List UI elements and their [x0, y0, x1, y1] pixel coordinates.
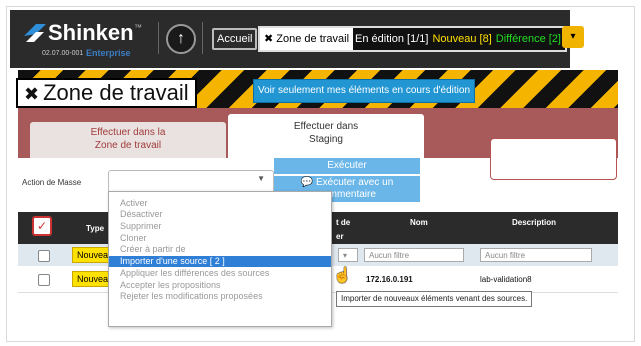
workzone-title: Zone de travail: [276, 33, 350, 45]
tab-staging[interactable]: Effectuer dans Staging: [228, 114, 424, 160]
brand-trademark: ™: [134, 23, 142, 32]
host-description: lab-validation8: [480, 275, 532, 284]
editing-count: En édition [1/1]: [355, 33, 429, 45]
name-filter-input[interactable]: Aucun filtre: [364, 248, 464, 262]
host-name[interactable]: 172.16.0.191: [366, 275, 413, 284]
state-filter-select[interactable]: ▾: [338, 248, 358, 262]
tab-staging-line2: Staging: [309, 134, 343, 145]
column-header-description[interactable]: Description: [512, 218, 556, 227]
arrow-up-icon[interactable]: ↑: [166, 24, 196, 54]
top-navigation-bar: Shinken ™ 02.07.00-001 Enterprise ↑ Accu…: [10, 10, 584, 68]
menu-item-reject-changes[interactable]: Rejeter les modifications proposées: [109, 291, 331, 302]
brand-name: Shinken: [48, 20, 134, 45]
tools-icon: ✖: [264, 33, 274, 45]
column-header-type[interactable]: Type: [86, 224, 104, 233]
tab-workzone-line1: Effectuer dans la: [90, 127, 166, 138]
menu-item-activate[interactable]: Activer: [109, 198, 331, 209]
workzone-label: ✖ Zone de travail: [260, 28, 354, 50]
tab-staging-line1: Effectuer dans: [293, 121, 359, 132]
menu-item-accept-proposals[interactable]: Accepter les propositions: [109, 280, 331, 291]
home-button[interactable]: Accueil: [212, 28, 258, 50]
chevron-down-icon: ▾: [343, 251, 348, 260]
tab-workzone-line2: Zone de travail: [94, 140, 162, 151]
divider: [202, 22, 203, 54]
page-title: ✖ Zone de travail: [16, 78, 197, 108]
side-info-box: [490, 138, 617, 180]
menu-item-import-source[interactable]: Importer d'une source [ 2 ]: [109, 256, 331, 267]
menu-item-deactivate[interactable]: Désactiver: [109, 209, 331, 220]
show-my-items-button[interactable]: Voir seulement mes éléments en cours d'é…: [253, 79, 476, 103]
chevron-down-icon: ▼: [257, 174, 265, 183]
filter-checkbox[interactable]: [38, 250, 50, 262]
shinken-logo[interactable]: Shinken ™ 02.07.00-001 Enterprise: [22, 18, 152, 62]
mass-action-dropdown: Activer Désactiver Supprimer Cloner Crée…: [108, 191, 332, 327]
logo-icon: [24, 24, 46, 42]
menu-item-clone[interactable]: Cloner: [109, 233, 331, 244]
hand-pointer-icon: ☝: [333, 267, 352, 284]
menu-item-delete[interactable]: Supprimer: [109, 221, 331, 232]
settings-dropdown-icon[interactable]: ▾: [562, 26, 584, 48]
edition-label: Enterprise: [86, 48, 131, 58]
execute-button[interactable]: Exécuter: [274, 158, 420, 174]
column-header-name[interactable]: Nom: [410, 218, 428, 227]
new-count: Nouveau [8]: [432, 33, 492, 45]
page-title-text: Zone de travail: [43, 80, 189, 105]
tools-icon: ✖: [24, 84, 40, 104]
divider: [158, 22, 159, 54]
difference-count: Différence [2]: [495, 33, 561, 45]
menu-item-create-from[interactable]: Créer à partir de: [109, 244, 331, 255]
mass-action-label: Action de Masse: [22, 178, 82, 187]
execute-comment-line1: Exécuter avec un: [315, 177, 394, 188]
tab-workzone[interactable]: Effectuer dans la Zone de travail: [30, 122, 226, 158]
row-checkbox[interactable]: [38, 274, 50, 286]
column-header-state-line2[interactable]: er: [336, 232, 344, 241]
select-all-checkbox[interactable]: ✓: [32, 216, 52, 236]
workzone-button[interactable]: ✖ Zone de travail En édition [1/1] Nouveau…: [258, 26, 567, 52]
comment-icon: 💬: [300, 177, 314, 188]
menu-item-apply-diffs[interactable]: Appliquer les différences des sources: [109, 268, 331, 279]
column-header-state-line1[interactable]: t de: [336, 218, 350, 227]
version-label: 02.07.00-001: [42, 50, 84, 57]
description-filter-input[interactable]: Aucun filtre: [480, 248, 592, 262]
tooltip: Importer de nouveaux éléments venant des…: [336, 291, 533, 307]
